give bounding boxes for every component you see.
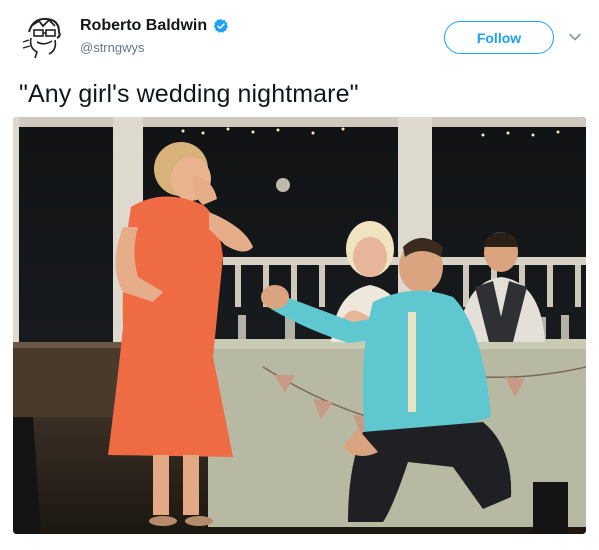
tweet-header: Roberto Baldwin @strngwys Follow <box>0 0 599 70</box>
author-avatar[interactable] <box>19 12 67 60</box>
author-display-name[interactable]: Roberto Baldwin <box>80 17 207 35</box>
tweet-text: "Any girl's wedding nightmare" <box>19 80 359 108</box>
tweet-photo[interactable] <box>13 117 586 534</box>
author-handle[interactable]: @strngwys <box>80 40 145 55</box>
chevron-down-icon[interactable] <box>568 30 582 44</box>
follow-button[interactable]: Follow <box>444 21 554 54</box>
author-name-row[interactable]: Roberto Baldwin <box>80 17 229 35</box>
wedding-proposal-photo-icon <box>13 117 586 534</box>
sketch-portrait-icon <box>19 12 67 60</box>
verified-badge-icon <box>213 19 229 33</box>
